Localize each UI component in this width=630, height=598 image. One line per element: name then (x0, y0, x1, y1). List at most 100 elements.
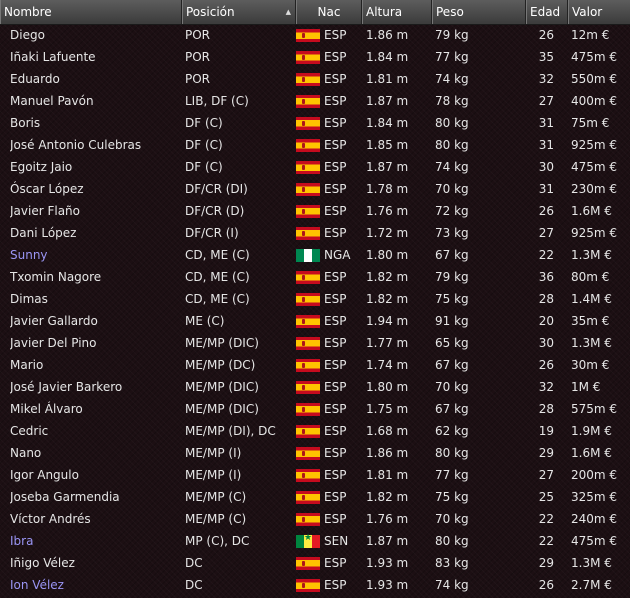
column-header-label: Nac (317, 5, 341, 19)
table-row[interactable]: Mikel Álvaro ME/MP (DIC) ESP 1.75 m 67 kg 28 5… (0, 398, 630, 420)
player-age: 20 (538, 314, 554, 328)
player-height: 1.87 m (366, 534, 409, 548)
table-row[interactable]: Cedric ME/MP (DI), DC ESP 1.68 m 62 kg 19 1.9M… (0, 420, 630, 442)
table-row[interactable]: IbraMP (C), DC SEN 1.87 m 80 kg 22 475m € (0, 530, 630, 552)
table-row[interactable]: Txomin Nagore CD, ME (C) ESP 1.82 m 79 kg 36 8… (0, 266, 630, 288)
player-weight: 70 kg (435, 380, 469, 394)
table-row[interactable]: Mario ME/MP (DC) ESP 1.74 m 67 kg 26 30m € (0, 354, 630, 376)
player-name[interactable]: Iñaki Lafuente (10, 46, 182, 68)
player-name[interactable]: Egoitz Jaio (10, 156, 182, 178)
player-value: 12m € (571, 28, 610, 42)
table-row[interactable]: Dani López DF/CR (I) ESP 1.72 m 73 kg 27 925m … (0, 222, 630, 244)
table-row[interactable]: Víctor Andrés ME/MP (C) ESP 1.76 m 70 kg 22 24… (0, 508, 630, 530)
player-name[interactable]: Ibra (10, 530, 182, 552)
player-weight: 75 kg (435, 490, 469, 504)
table-row[interactable]: José Javier Barkero ME/MP (DIC) ESP 1.80 m 7… (0, 376, 630, 398)
player-height: 1.76 m (366, 512, 409, 526)
table-row[interactable]: Igor Angulo ME/MP (I) ESP 1.81 m 77 kg 27 200m… (0, 464, 630, 486)
player-age: 26 (538, 578, 554, 592)
table-row[interactable]: Egoitz Jaio DF (C) ESP 1.87 m 74 kg 30 475m € (0, 156, 630, 178)
player-position: DF/CR (D) (185, 204, 245, 218)
player-value: 1.9M € (571, 424, 612, 438)
table-row[interactable]: Iñaki Lafuente POR ESP 1.84 m 77 kg 35 475m € (0, 46, 630, 68)
table-row[interactable]: Javier Del Pino ME/MP (DIC) ESP 1.77 m 65 kg… (0, 332, 630, 354)
player-name[interactable]: Igor Angulo (10, 464, 182, 486)
table-row[interactable]: Nano ME/MP (I) ESP 1.86 m 80 kg 29 1.6M € (0, 442, 630, 464)
player-age: 19 (538, 424, 554, 438)
table-row[interactable]: José Antonio Culebras DF (C) ESP 1.85 m 80 k… (0, 134, 630, 156)
player-weight: 74 kg (435, 160, 469, 174)
triangle-up-icon: ▲ (285, 8, 291, 16)
squad-table: Nombre Posición ▲ Nac Altura Peso Edad V… (0, 0, 630, 598)
table-row[interactable]: Manuel Pavón LIB, DF (C) ESP 1.87 m 78 kg 27 4… (0, 90, 630, 112)
table-row[interactable]: Eduardo POR ESP 1.81 m 74 kg 32 550m € (0, 68, 630, 90)
player-name[interactable]: Dimas (10, 288, 182, 310)
table-row[interactable]: Javier Gallardo ME (C) ESP 1.94 m 91 kg 20 35m… (0, 310, 630, 332)
player-nationality: ESP (324, 424, 347, 438)
player-nationality: ESP (324, 292, 347, 306)
player-nationality: ESP (324, 490, 347, 504)
table-row[interactable]: Iñigo Vélez DC ESP 1.93 m 83 kg 29 1.3M € (0, 552, 630, 574)
column-header-label: Edad (530, 5, 561, 19)
column-header-height[interactable]: Altura (362, 0, 432, 24)
spain-flag-icon (296, 293, 320, 306)
player-nationality: NGA (324, 248, 351, 262)
spain-flag-icon (296, 359, 320, 372)
player-name[interactable]: Nano (10, 442, 182, 464)
player-name[interactable]: Mario (10, 354, 182, 376)
player-nationality: ESP (324, 512, 347, 526)
player-name[interactable]: Joseba Garmendia (10, 486, 182, 508)
player-age: 36 (538, 270, 554, 284)
player-value: 925m € (571, 226, 618, 240)
player-name[interactable]: Javier Flaño (10, 200, 182, 222)
player-height: 1.85 m (366, 138, 409, 152)
table-row[interactable]: Sunny CD, ME (C) NGA 1.80 m 67 kg 22 1.3M € (0, 244, 630, 266)
player-name[interactable]: Mikel Álvaro (10, 398, 182, 420)
player-name[interactable]: Txomin Nagore (10, 266, 182, 288)
player-name[interactable]: Boris (10, 112, 182, 134)
spain-flag-icon (296, 403, 320, 416)
player-name[interactable]: Cedric (10, 420, 182, 442)
player-name[interactable]: Víctor Andrés (10, 508, 182, 530)
spain-flag-icon (296, 139, 320, 152)
player-name[interactable]: José Javier Barkero (10, 376, 182, 398)
player-value: 475m € (571, 50, 618, 64)
table-row[interactable]: Javier Flaño DF/CR (D) ESP 1.76 m 72 kg 26 1.6… (0, 200, 630, 222)
player-nationality: ESP (324, 468, 347, 482)
table-row[interactable]: Óscar López DF/CR (DI) ESP 1.78 m 70 kg 31 230… (0, 178, 630, 200)
table-row[interactable]: Diego POR ESP 1.86 m 79 kg 26 12m € (0, 24, 630, 46)
player-name[interactable]: Ion Vélez (10, 574, 182, 596)
player-value: 35m € (571, 314, 610, 328)
player-name[interactable]: Óscar López (10, 178, 182, 200)
spain-flag-icon (296, 579, 320, 592)
column-header-name[interactable]: Nombre (0, 0, 182, 24)
column-header-nationality[interactable]: Nac (296, 0, 362, 24)
spain-flag-icon (296, 183, 320, 196)
player-nationality: ESP (324, 28, 347, 42)
player-name[interactable]: Diego (10, 24, 182, 46)
player-name[interactable]: Dani López (10, 222, 182, 244)
column-header-position[interactable]: Posición ▲ (182, 0, 296, 24)
table-row[interactable]: Boris DF (C) ESP 1.84 m 80 kg 31 75m € (0, 112, 630, 134)
table-row[interactable]: Joseba Garmendia ME/MP (C) ESP 1.82 m 75 kg 2… (0, 486, 630, 508)
player-height: 1.87 m (366, 160, 409, 174)
player-name[interactable]: Manuel Pavón (10, 90, 182, 112)
player-name[interactable]: Javier Gallardo (10, 310, 182, 332)
player-name[interactable]: José Antonio Culebras (10, 134, 182, 156)
column-header-value[interactable]: Valor (568, 0, 630, 24)
spain-flag-icon (296, 337, 320, 350)
player-position: DF (C) (185, 116, 223, 130)
player-age: 26 (538, 28, 554, 42)
player-value: 1.3M € (571, 248, 612, 262)
player-name[interactable]: Iñigo Vélez (10, 552, 182, 574)
player-name[interactable]: Javier Del Pino (10, 332, 182, 354)
player-name[interactable]: Sunny (10, 244, 182, 266)
spain-flag-icon (296, 469, 320, 482)
player-name[interactable]: Eduardo (10, 68, 182, 90)
column-header-age[interactable]: Edad (526, 0, 568, 24)
player-value: 575m € (571, 402, 618, 416)
table-row[interactable]: Ion Vélez DC ESP 1.93 m 74 kg 26 2.7M € (0, 574, 630, 596)
table-row[interactable]: Dimas CD, ME (C) ESP 1.82 m 75 kg 28 1.4M € (0, 288, 630, 310)
spain-flag-icon (296, 73, 320, 86)
column-header-weight[interactable]: Peso (432, 0, 526, 24)
